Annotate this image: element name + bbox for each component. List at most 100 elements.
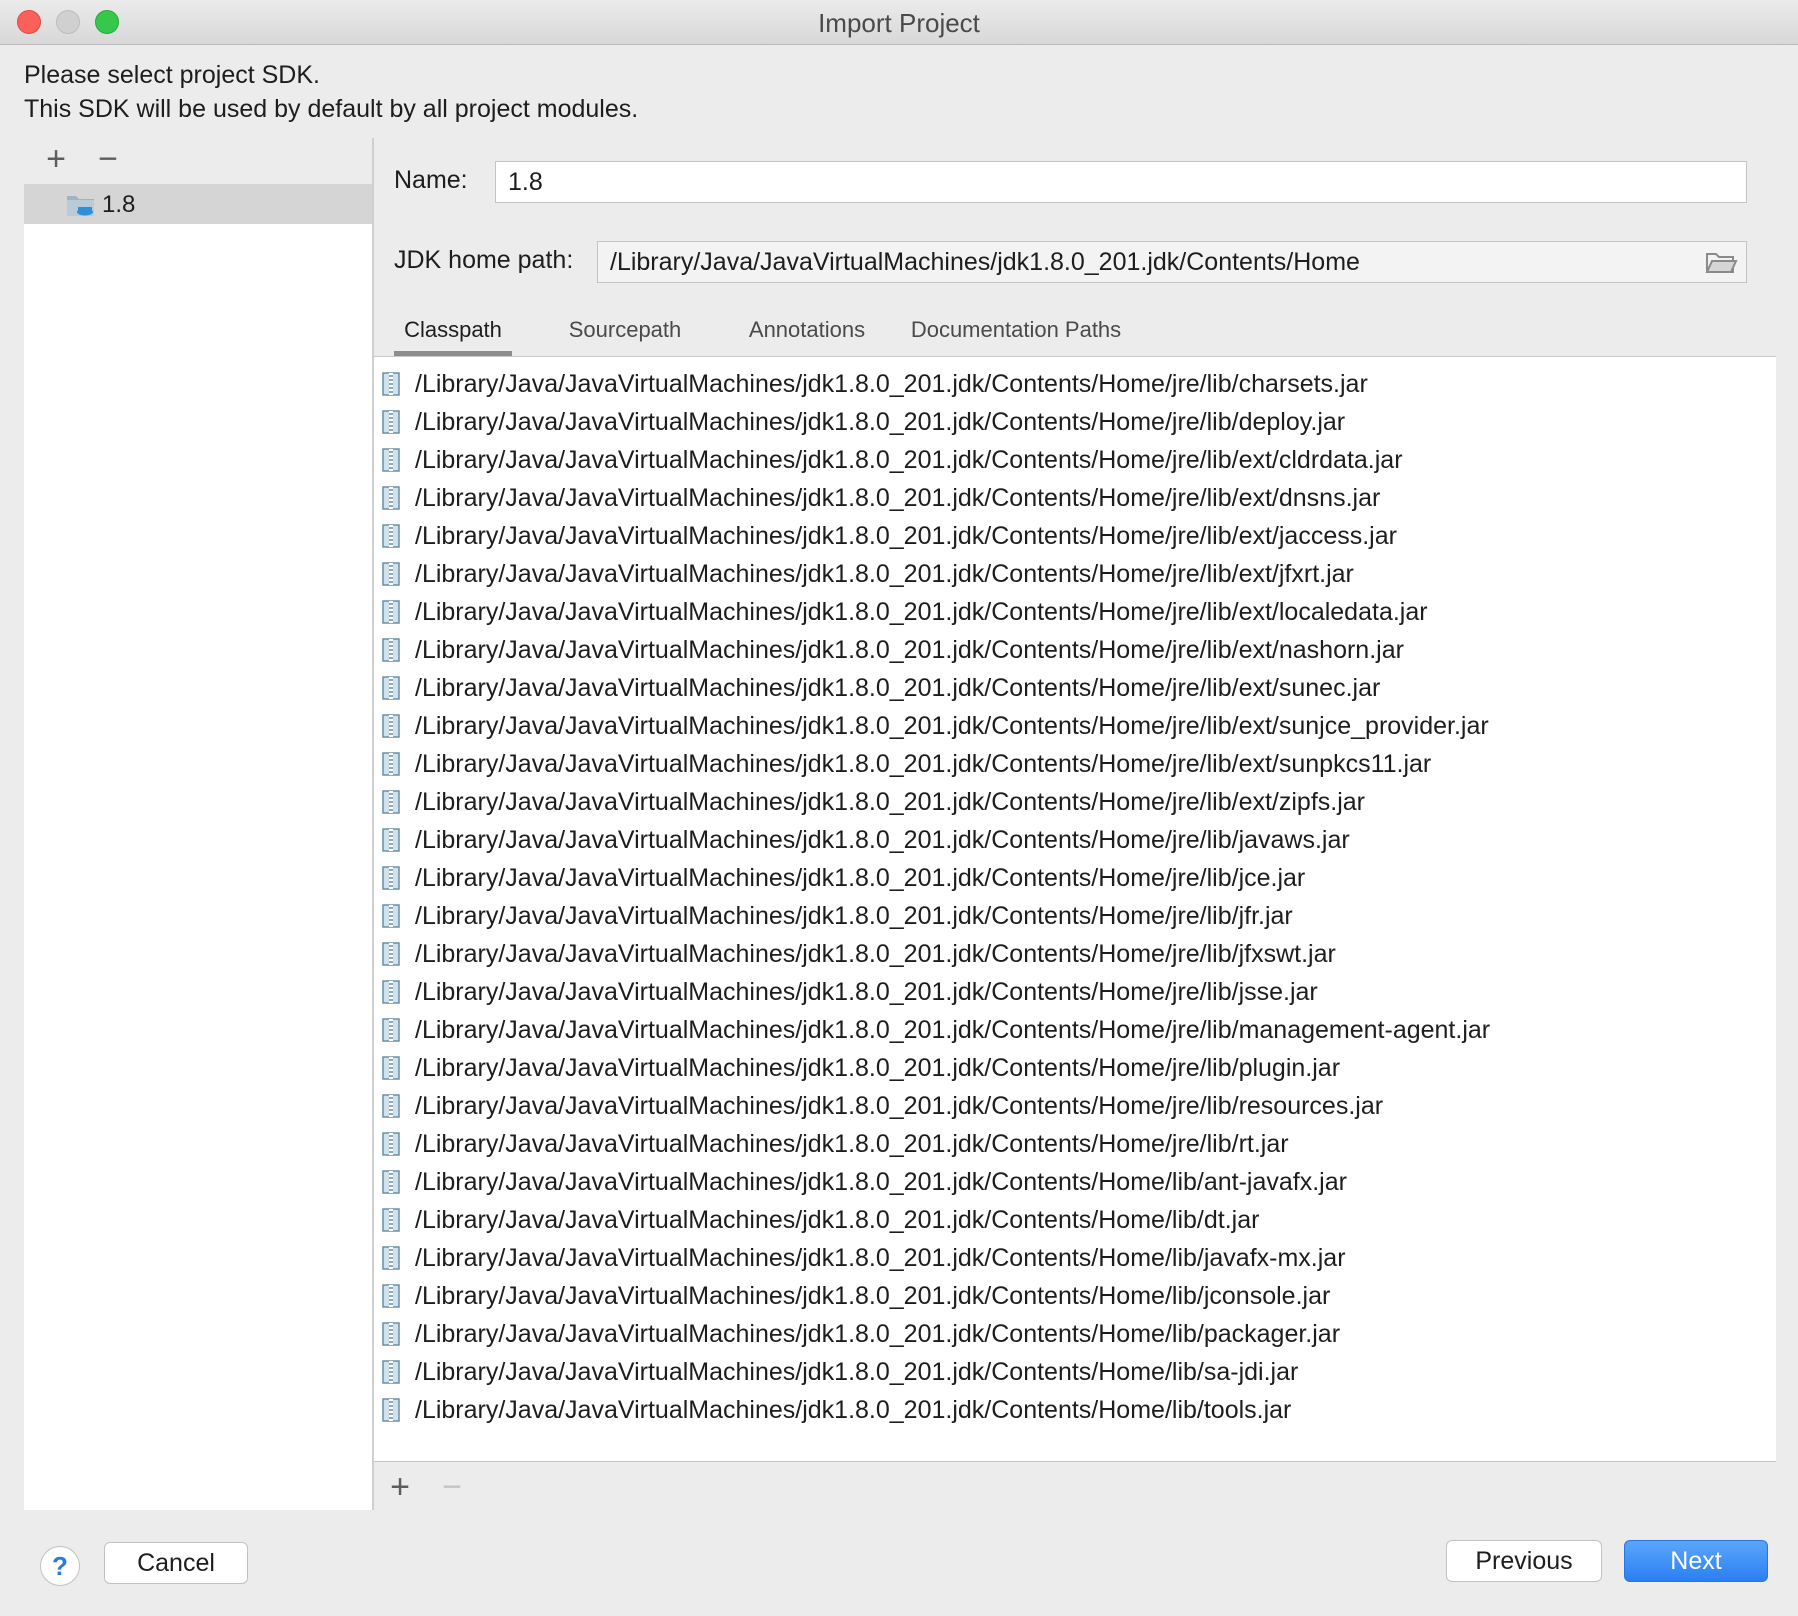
sdk-list: 1.8 — [24, 184, 372, 1510]
classpath-item-label: /Library/Java/JavaVirtualMachines/jdk1.8… — [415, 788, 1365, 816]
classpath-item[interactable]: /Library/Java/JavaVirtualMachines/jdk1.8… — [374, 365, 1776, 403]
jar-archive-icon — [382, 790, 400, 814]
classpath-item[interactable]: /Library/Java/JavaVirtualMachines/jdk1.8… — [374, 1163, 1776, 1201]
classpath-item-label: /Library/Java/JavaVirtualMachines/jdk1.8… — [415, 750, 1432, 778]
add-sdk-button[interactable]: + — [38, 142, 74, 178]
jar-archive-icon — [382, 714, 400, 738]
jar-archive-icon — [382, 1018, 400, 1042]
classpath-item[interactable]: /Library/Java/JavaVirtualMachines/jdk1.8… — [374, 1239, 1776, 1277]
jar-archive-icon — [382, 562, 400, 586]
sdk-list-item[interactable]: 1.8 — [24, 184, 372, 224]
classpath-item[interactable]: /Library/Java/JavaVirtualMachines/jdk1.8… — [374, 1277, 1776, 1315]
intro-line-1: Please select project SDK. — [24, 61, 320, 89]
classpath-item-label: /Library/Java/JavaVirtualMachines/jdk1.8… — [415, 560, 1354, 588]
jar-archive-icon — [382, 1360, 400, 1384]
classpath-item-label: /Library/Java/JavaVirtualMachines/jdk1.8… — [415, 940, 1336, 968]
classpath-item-label: /Library/Java/JavaVirtualMachines/jdk1.8… — [415, 978, 1318, 1006]
classpath-item[interactable]: /Library/Java/JavaVirtualMachines/jdk1.8… — [374, 669, 1776, 707]
tab-sourcepath[interactable]: Sourcepath — [558, 312, 692, 356]
classpath-item[interactable]: /Library/Java/JavaVirtualMachines/jdk1.8… — [374, 821, 1776, 859]
classpath-item[interactable]: /Library/Java/JavaVirtualMachines/jdk1.8… — [374, 1353, 1776, 1391]
classpath-item[interactable]: /Library/Java/JavaVirtualMachines/jdk1.8… — [374, 935, 1776, 973]
remove-classpath-button[interactable]: − — [434, 1470, 470, 1506]
classpath-item[interactable]: /Library/Java/JavaVirtualMachines/jdk1.8… — [374, 1049, 1776, 1087]
jar-archive-icon — [382, 1322, 400, 1346]
classpath-item[interactable]: /Library/Java/JavaVirtualMachines/jdk1.8… — [374, 745, 1776, 783]
jar-archive-icon — [382, 904, 400, 928]
classpath-item[interactable]: /Library/Java/JavaVirtualMachines/jdk1.8… — [374, 859, 1776, 897]
jdk-home-path-label: JDK home path: — [394, 246, 574, 274]
classpath-item-label: /Library/Java/JavaVirtualMachines/jdk1.8… — [415, 598, 1428, 626]
previous-button[interactable]: Previous — [1446, 1540, 1602, 1582]
classpath-item-label: /Library/Java/JavaVirtualMachines/jdk1.8… — [415, 1320, 1341, 1348]
classpath-item[interactable]: /Library/Java/JavaVirtualMachines/jdk1.8… — [374, 897, 1776, 935]
classpath-item-label: /Library/Java/JavaVirtualMachines/jdk1.8… — [415, 826, 1350, 854]
jar-archive-icon — [382, 980, 400, 1004]
classpath-item-label: /Library/Java/JavaVirtualMachines/jdk1.8… — [415, 712, 1489, 740]
next-button[interactable]: Next — [1624, 1540, 1768, 1582]
classpath-item-label: /Library/Java/JavaVirtualMachines/jdk1.8… — [415, 864, 1306, 892]
classpath-item-label: /Library/Java/JavaVirtualMachines/jdk1.8… — [415, 446, 1403, 474]
classpath-item[interactable]: /Library/Java/JavaVirtualMachines/jdk1.8… — [374, 555, 1776, 593]
classpath-item-label: /Library/Java/JavaVirtualMachines/jdk1.8… — [415, 1054, 1341, 1082]
browse-folder-icon[interactable] — [1704, 248, 1738, 276]
classpath-item[interactable]: /Library/Java/JavaVirtualMachines/jdk1.8… — [374, 1125, 1776, 1163]
window-title: Import Project — [818, 8, 980, 38]
jar-archive-icon — [382, 448, 400, 472]
remove-sdk-button[interactable]: − — [90, 142, 126, 178]
classpath-item[interactable]: /Library/Java/JavaVirtualMachines/jdk1.8… — [374, 517, 1776, 555]
jdk-home-path-value: /Library/Java/JavaVirtualMachines/jdk1.8… — [610, 248, 1360, 276]
jar-archive-icon — [382, 676, 400, 700]
classpath-item-label: /Library/Java/JavaVirtualMachines/jdk1.8… — [415, 1016, 1491, 1044]
classpath-item-label: /Library/Java/JavaVirtualMachines/jdk1.8… — [415, 636, 1404, 664]
classpath-item-label: /Library/Java/JavaVirtualMachines/jdk1.8… — [415, 1282, 1331, 1310]
help-button[interactable]: ? — [40, 1546, 80, 1586]
tab-documentation-paths[interactable]: Documentation Paths — [894, 312, 1138, 356]
classpath-item-label: /Library/Java/JavaVirtualMachines/jdk1.8… — [415, 484, 1381, 512]
jar-archive-icon — [382, 638, 400, 662]
jar-archive-icon — [382, 1132, 400, 1156]
jar-archive-icon — [382, 828, 400, 852]
add-classpath-button[interactable]: + — [382, 1470, 418, 1506]
classpath-item-label: /Library/Java/JavaVirtualMachines/jdk1.8… — [415, 1130, 1289, 1158]
sdk-list-pane: + − 1.8 — [24, 138, 374, 1510]
classpath-item[interactable]: /Library/Java/JavaVirtualMachines/jdk1.8… — [374, 631, 1776, 669]
classpath-item[interactable]: /Library/Java/JavaVirtualMachines/jdk1.8… — [374, 403, 1776, 441]
classpath-item-label: /Library/Java/JavaVirtualMachines/jdk1.8… — [415, 1244, 1346, 1272]
classpath-item[interactable]: /Library/Java/JavaVirtualMachines/jdk1.8… — [374, 1391, 1776, 1429]
classpath-item-label: /Library/Java/JavaVirtualMachines/jdk1.8… — [415, 1206, 1260, 1234]
classpath-item[interactable]: /Library/Java/JavaVirtualMachines/jdk1.8… — [374, 479, 1776, 517]
classpath-item[interactable]: /Library/Java/JavaVirtualMachines/jdk1.8… — [374, 707, 1776, 745]
jdk-home-path-field[interactable]: /Library/Java/JavaVirtualMachines/jdk1.8… — [597, 241, 1747, 283]
classpath-item[interactable]: /Library/Java/JavaVirtualMachines/jdk1.8… — [374, 1201, 1776, 1239]
classpath-item[interactable]: /Library/Java/JavaVirtualMachines/jdk1.8… — [374, 593, 1776, 631]
cancel-button[interactable]: Cancel — [104, 1542, 248, 1584]
title-bar: Import Project — [0, 0, 1798, 45]
jar-archive-icon — [382, 752, 400, 776]
sdk-tabs: Classpath Sourcepath Annotations Documen… — [374, 312, 1774, 356]
jdk-folder-icon — [67, 196, 94, 216]
classpath-item-label: /Library/Java/JavaVirtualMachines/jdk1.8… — [415, 370, 1368, 398]
tab-annotations[interactable]: Annotations — [732, 312, 882, 356]
classpath-item-label: /Library/Java/JavaVirtualMachines/jdk1.8… — [415, 522, 1397, 550]
import-project-dialog: Import Project Please select project SDK… — [0, 0, 1798, 1616]
classpath-item-label: /Library/Java/JavaVirtualMachines/jdk1.8… — [415, 674, 1381, 702]
classpath-list: /Library/Java/JavaVirtualMachines/jdk1.8… — [374, 356, 1776, 1462]
classpath-item[interactable]: /Library/Java/JavaVirtualMachines/jdk1.8… — [374, 783, 1776, 821]
jar-archive-icon — [382, 1208, 400, 1232]
jar-archive-icon — [382, 1398, 400, 1422]
jar-archive-icon — [382, 1284, 400, 1308]
classpath-item[interactable]: /Library/Java/JavaVirtualMachines/jdk1.8… — [374, 441, 1776, 479]
tab-classpath[interactable]: Classpath — [394, 312, 512, 356]
jar-archive-icon — [382, 1246, 400, 1270]
classpath-item[interactable]: /Library/Java/JavaVirtualMachines/jdk1.8… — [374, 1011, 1776, 1049]
classpath-item-label: /Library/Java/JavaVirtualMachines/jdk1.8… — [415, 902, 1293, 930]
jar-archive-icon — [382, 942, 400, 966]
classpath-item[interactable]: /Library/Java/JavaVirtualMachines/jdk1.8… — [374, 973, 1776, 1011]
jar-archive-icon — [382, 486, 400, 510]
sdk-name-input[interactable] — [495, 161, 1747, 203]
classpath-item[interactable]: /Library/Java/JavaVirtualMachines/jdk1.8… — [374, 1087, 1776, 1125]
classpath-item[interactable]: /Library/Java/JavaVirtualMachines/jdk1.8… — [374, 1315, 1776, 1353]
classpath-item-label: /Library/Java/JavaVirtualMachines/jdk1.8… — [415, 1396, 1292, 1424]
jar-archive-icon — [382, 600, 400, 624]
